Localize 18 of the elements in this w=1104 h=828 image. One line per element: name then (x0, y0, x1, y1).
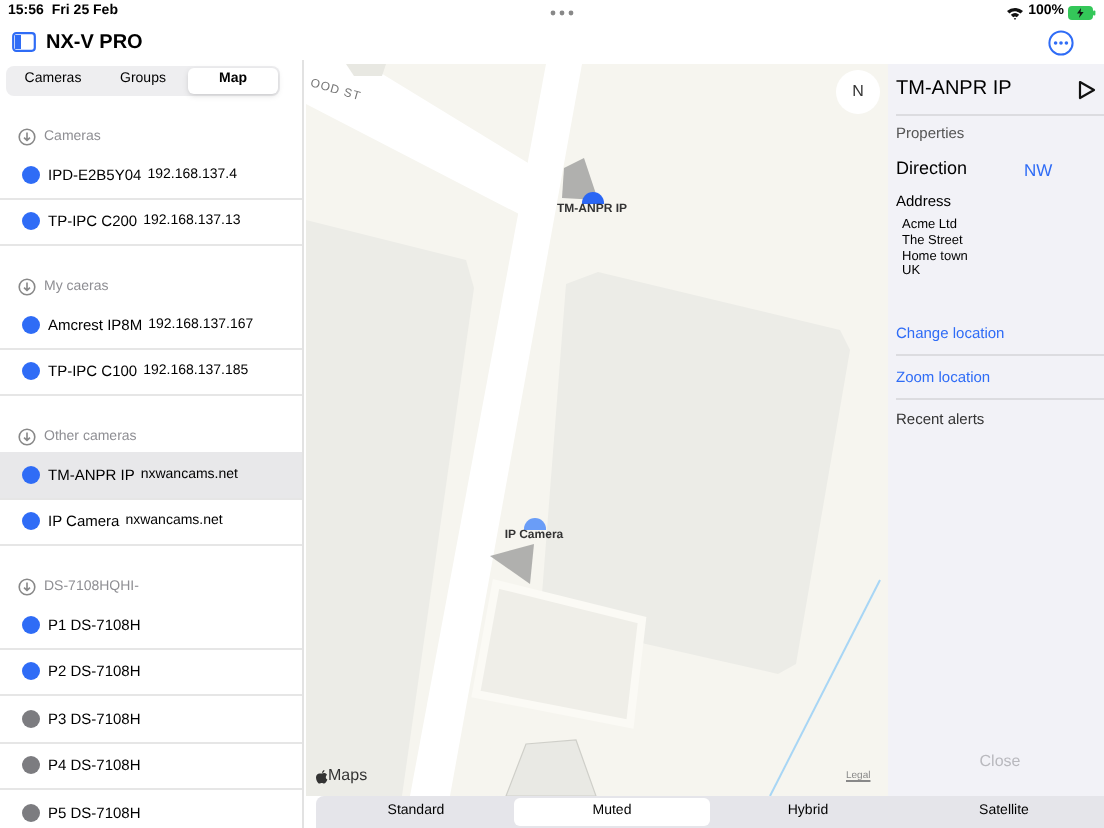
collapse-icon[interactable] (18, 578, 36, 596)
more-options-icon[interactable] (1048, 29, 1074, 55)
maps-logo-icon (316, 769, 328, 783)
direction-label: Direction (896, 156, 970, 183)
collapse-icon[interactable] (18, 278, 36, 296)
battery-icon (1068, 5, 1096, 19)
direction-value[interactable]: NW (1024, 157, 1053, 183)
multitasking-dots-icon[interactable] (550, 9, 575, 15)
camera-title: TM-ANPR IP (896, 76, 1014, 104)
app-title: NX-V PRO (46, 29, 143, 57)
play-icon[interactable] (1078, 79, 1096, 99)
sidebar-toggle-icon[interactable] (12, 32, 36, 52)
collapse-icon[interactable] (18, 428, 36, 446)
view-cone-icon (562, 158, 598, 200)
collapse-icon[interactable] (18, 128, 36, 146)
view-cone-icon (490, 544, 534, 584)
maps-attribution: Maps (328, 764, 368, 788)
wifi-icon (1006, 5, 1025, 19)
